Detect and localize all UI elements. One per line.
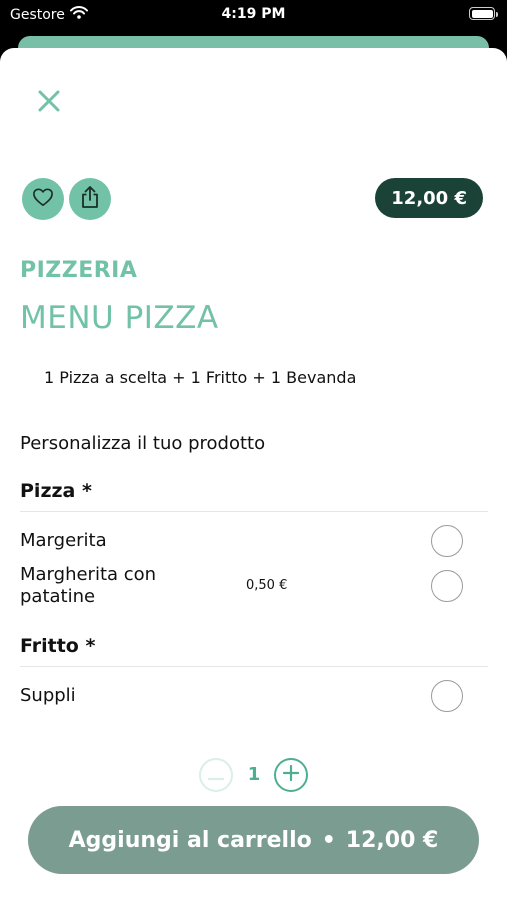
share-button[interactable] (69, 178, 111, 220)
add-to-cart-total: 12,00 € (345, 827, 439, 853)
option-label-suppli: Suppli (20, 685, 76, 706)
option-label-margerita: Margerita (20, 530, 107, 551)
section-divider (20, 511, 488, 512)
status-bar: Gestore 4:19 PM (0, 0, 507, 30)
add-to-cart-separator: • (321, 827, 336, 853)
battery-icon (469, 7, 498, 20)
product-modal: 12,00 € PIZZERIA MENU PIZZA 1 Pizza a sc… (0, 48, 507, 900)
minus-icon (207, 766, 225, 785)
quantity-value: 1 (247, 764, 261, 785)
plus-icon (282, 764, 300, 785)
decrease-quantity-button[interactable] (199, 758, 233, 792)
add-to-cart-button[interactable]: Aggiungi al carrello • 12,00 € (28, 806, 479, 874)
option-price-margherita-patatine: 0,50 € (246, 578, 288, 593)
increase-quantity-button[interactable] (274, 758, 308, 792)
heart-icon (32, 187, 54, 211)
product-category: PIZZERIA (20, 258, 138, 283)
product-title: MENU PIZZA (20, 300, 219, 336)
option-radio-margerita[interactable] (431, 525, 463, 557)
section-title-pizza: Pizza * (20, 480, 92, 502)
option-radio-suppli[interactable] (431, 680, 463, 712)
option-radio-margherita-patatine[interactable] (431, 570, 463, 602)
section-title-fritto: Fritto * (20, 635, 96, 657)
add-to-cart-label: Aggiungi al carrello (68, 827, 312, 853)
product-description: 1 Pizza a scelta + 1 Fritto + 1 Bevanda (44, 368, 357, 387)
section-divider (20, 666, 488, 667)
share-icon (80, 185, 100, 213)
favorite-button[interactable] (22, 178, 64, 220)
quantity-stepper: 1 (0, 758, 507, 794)
close-button[interactable] (34, 86, 64, 116)
option-label-margherita-patatine: Margherita con patatine (20, 564, 157, 607)
status-time: 4:19 PM (221, 6, 286, 22)
close-icon (34, 90, 64, 120)
price-badge: 12,00 € (375, 178, 483, 218)
customize-heading: Personalizza il tuo prodotto (20, 433, 266, 454)
